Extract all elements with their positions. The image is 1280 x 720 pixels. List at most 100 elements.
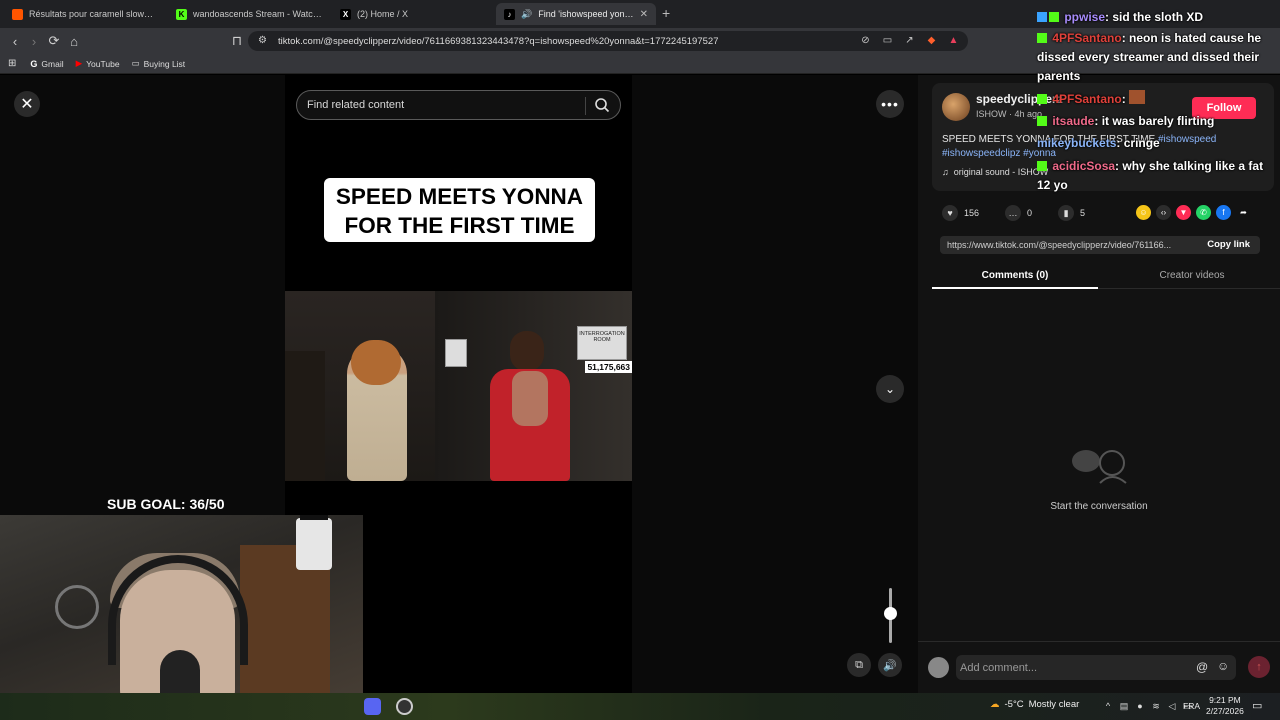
hashtag-link[interactable]: #ishowspeedclipz bbox=[942, 148, 1020, 159]
bookmark-icon[interactable]: ⊓ bbox=[228, 32, 246, 50]
related-search-input[interactable]: Find related content bbox=[296, 90, 621, 120]
volume-button[interactable]: 🔊 bbox=[878, 653, 902, 677]
comment-input[interactable]: Add comment... bbox=[956, 655, 1236, 680]
wifi-icon[interactable]: ≋ bbox=[1151, 700, 1161, 712]
next-video-button[interactable]: ⌄ bbox=[876, 375, 904, 403]
brave-shield-icon[interactable]: ◆ bbox=[925, 34, 938, 47]
volume-knob[interactable] bbox=[884, 606, 897, 620]
home-button[interactable]: ⌂ bbox=[65, 32, 83, 50]
share-row: ☺ ‹› ▼ ✆ f ➦ bbox=[1136, 205, 1251, 220]
post-meta: ISHOW · 4h ago bbox=[976, 109, 1043, 119]
link-text[interactable]: https://www.tiktok.com/@speedyclipperz/v… bbox=[947, 240, 1171, 250]
more-options-button[interactable]: ••• bbox=[876, 90, 904, 118]
back-button[interactable]: ‹ bbox=[6, 32, 24, 50]
search-icon[interactable] bbox=[594, 97, 610, 113]
mention-icon[interactable]: @ bbox=[1196, 660, 1208, 674]
pip-button[interactable]: ⧉ bbox=[847, 653, 871, 677]
google-icon: G bbox=[30, 58, 38, 69]
save-count: 5 bbox=[1080, 208, 1086, 218]
comment-count: 0 bbox=[1027, 208, 1033, 218]
man-figure bbox=[490, 331, 570, 481]
like-count: 156 bbox=[964, 208, 980, 218]
woman-figure bbox=[347, 340, 407, 481]
close-video-button[interactable]: ✕ bbox=[14, 91, 40, 117]
taskbar: ☁ -5°C Mostly clear ^ ▤ ● ≋ ◁ ▭ FRA 9:21… bbox=[0, 693, 1280, 720]
weather-text: Mostly clear bbox=[1028, 699, 1080, 710]
sound-link[interactable]: ♫ original sound - ISHOW bbox=[942, 167, 1048, 177]
tab-x[interactable]: X (2) Home / X bbox=[332, 3, 494, 25]
wall-sign bbox=[445, 339, 467, 367]
rewards-icon[interactable]: ▲ bbox=[947, 34, 960, 47]
discord-icon[interactable] bbox=[364, 698, 381, 715]
friends-icon[interactable]: ☺ bbox=[1136, 205, 1151, 220]
weather-widget[interactable]: ☁ -5°C Mostly clear bbox=[990, 699, 1079, 710]
tab-tiktok[interactable]: ♪ 🔊 Find 'ishowspeed yonna' on ✕ bbox=[496, 3, 656, 25]
tab-kick[interactable]: K wandoascends Stream - Watch Live c bbox=[168, 3, 330, 25]
share-arrow-icon[interactable]: ➦ bbox=[1236, 205, 1251, 220]
chat-text: : sid the sloth XD bbox=[1105, 10, 1204, 24]
bookmark-buying-list[interactable]: ▭ Buying List bbox=[132, 58, 186, 69]
cast-icon[interactable]: ▭ bbox=[881, 34, 894, 47]
chat-text: : cringe bbox=[1116, 136, 1160, 150]
chat-username: mikeybuckets bbox=[1037, 136, 1117, 150]
site-info-icon[interactable]: ⚙ bbox=[258, 35, 267, 46]
webcam-overlay bbox=[0, 515, 363, 720]
tray-chevron-icon[interactable]: ^ bbox=[1103, 700, 1113, 712]
bottle-cap bbox=[300, 515, 328, 520]
bookmark-gmail[interactable]: G Gmail bbox=[30, 59, 63, 69]
bookmark-label: Gmail bbox=[41, 58, 64, 69]
tracking-icon[interactable]: ⊘ bbox=[859, 34, 872, 47]
heart-icon[interactable]: ♥ bbox=[942, 205, 958, 221]
share-icon[interactable]: ↗ bbox=[903, 34, 916, 47]
badge-icon bbox=[1037, 12, 1047, 22]
link-box: https://www.tiktok.com/@speedyclipperz/v… bbox=[940, 236, 1260, 254]
youtube-icon: ▶ bbox=[75, 58, 83, 68]
obs-icon[interactable] bbox=[396, 698, 413, 715]
tab-comments[interactable]: Comments (0) bbox=[932, 270, 1098, 289]
tab-creator-videos[interactable]: Creator videos bbox=[1112, 270, 1272, 281]
x-icon: X bbox=[340, 8, 351, 20]
shirt-print bbox=[512, 371, 548, 426]
new-tab-button[interactable]: + bbox=[662, 5, 670, 21]
bookmark-icon[interactable]: ▮ bbox=[1058, 205, 1075, 221]
avatar[interactable] bbox=[942, 93, 970, 121]
chat-text: : bbox=[1121, 92, 1126, 106]
emoji-icon[interactable]: ☺ bbox=[1217, 659, 1229, 673]
apps-grid-icon[interactable]: ⊞ bbox=[8, 58, 16, 69]
speaker-icon[interactable]: ◁ bbox=[1167, 700, 1177, 712]
tab-title: (2) Home / X bbox=[357, 9, 409, 19]
bottle bbox=[296, 515, 332, 570]
clock[interactable]: 9:21 PM 2/27/2026 bbox=[1206, 695, 1244, 717]
chat-username: ppwise bbox=[1064, 10, 1106, 24]
forward-button[interactable]: › bbox=[25, 32, 43, 50]
chat-username: 4PFSantano bbox=[1052, 31, 1122, 45]
date: 2/27/2026 bbox=[1206, 706, 1244, 716]
copy-link-button[interactable]: Copy link bbox=[1207, 239, 1250, 250]
comment-placeholder: Add comment... bbox=[960, 661, 1038, 674]
bookmark-youtube[interactable]: ▶ YouTube bbox=[76, 58, 120, 69]
mic-icon[interactable]: ● bbox=[1135, 700, 1145, 712]
audio-icon: 🔊 bbox=[521, 8, 533, 19]
facebook-icon[interactable]: f bbox=[1216, 205, 1231, 220]
chat-message: 4PFSantano: bbox=[1037, 90, 1277, 109]
send-icon[interactable]: ▼ bbox=[1176, 205, 1191, 220]
comment-icon[interactable]: … bbox=[1005, 205, 1022, 221]
video-caption: SPEED MEETS YONNA FOR THE FIRST TIME bbox=[324, 178, 595, 242]
notifications-icon[interactable]: ▭ bbox=[1252, 699, 1262, 712]
whatsapp-icon[interactable]: ✆ bbox=[1196, 205, 1211, 220]
empty-comments-icon bbox=[1072, 450, 1127, 484]
reload-button[interactable]: ⟳ bbox=[45, 32, 63, 50]
temperature: -5°C bbox=[1004, 699, 1024, 710]
embed-icon[interactable]: ‹› bbox=[1156, 205, 1171, 220]
music-note-icon: ♫ bbox=[942, 167, 949, 177]
language-indicator[interactable]: FRA bbox=[1183, 701, 1200, 711]
close-tab-icon[interactable]: ✕ bbox=[640, 9, 648, 20]
tab-title: wandoascends Stream - Watch Live c bbox=[193, 9, 322, 19]
network-icon[interactable]: ▤ bbox=[1119, 700, 1129, 712]
chat-text: : it was barely flirting bbox=[1094, 114, 1215, 128]
tab-title: Résultats pour caramell slowed reve bbox=[29, 9, 158, 19]
url-field[interactable]: ⚙ tiktok.com/@speedyclipperz/video/76116… bbox=[248, 31, 968, 51]
send-comment-button[interactable]: ↑ bbox=[1248, 656, 1270, 678]
tab-soundcloud[interactable]: Résultats pour caramell slowed reve bbox=[4, 3, 166, 25]
background-person bbox=[285, 351, 325, 481]
